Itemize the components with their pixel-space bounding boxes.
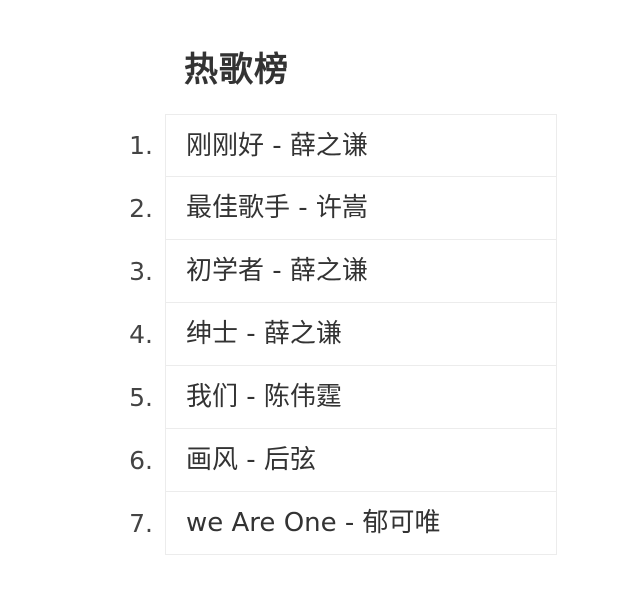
chart-title: 热歌榜 bbox=[184, 50, 289, 90]
song-title-artist[interactable]: 我们 - 陈伟霆 bbox=[165, 366, 557, 429]
rank-number: 3. bbox=[129, 257, 153, 286]
song-ranking-list: 1. 刚刚好 - 薛之谦 2. 最佳歌手 - 许嵩 3. 初学者 - 薛之谦 4… bbox=[0, 114, 557, 555]
rank-number: 7. bbox=[129, 509, 153, 538]
song-title-artist[interactable]: 初学者 - 薛之谦 bbox=[165, 240, 557, 303]
rank-number: 5. bbox=[129, 383, 153, 412]
rank-number: 2. bbox=[129, 194, 153, 223]
rank-number: 1. bbox=[129, 131, 153, 160]
rank-number: 6. bbox=[129, 446, 153, 475]
song-row-6[interactable]: 6. 画风 - 后弦 bbox=[0, 429, 557, 492]
song-title-artist[interactable]: 刚刚好 - 薛之谦 bbox=[165, 114, 557, 177]
song-title-artist[interactable]: we Are One - 郁可唯 bbox=[165, 492, 557, 555]
song-row-7[interactable]: 7. we Are One - 郁可唯 bbox=[0, 492, 557, 555]
song-row-5[interactable]: 5. 我们 - 陈伟霆 bbox=[0, 366, 557, 429]
song-title-artist[interactable]: 最佳歌手 - 许嵩 bbox=[165, 177, 557, 240]
song-title-artist[interactable]: 绅士 - 薛之谦 bbox=[165, 303, 557, 366]
song-row-2[interactable]: 2. 最佳歌手 - 许嵩 bbox=[0, 177, 557, 240]
song-title-artist[interactable]: 画风 - 后弦 bbox=[165, 429, 557, 492]
song-row-4[interactable]: 4. 绅士 - 薛之谦 bbox=[0, 303, 557, 366]
rank-number: 4. bbox=[129, 320, 153, 349]
song-row-3[interactable]: 3. 初学者 - 薛之谦 bbox=[0, 240, 557, 303]
song-row-1[interactable]: 1. 刚刚好 - 薛之谦 bbox=[0, 114, 557, 177]
